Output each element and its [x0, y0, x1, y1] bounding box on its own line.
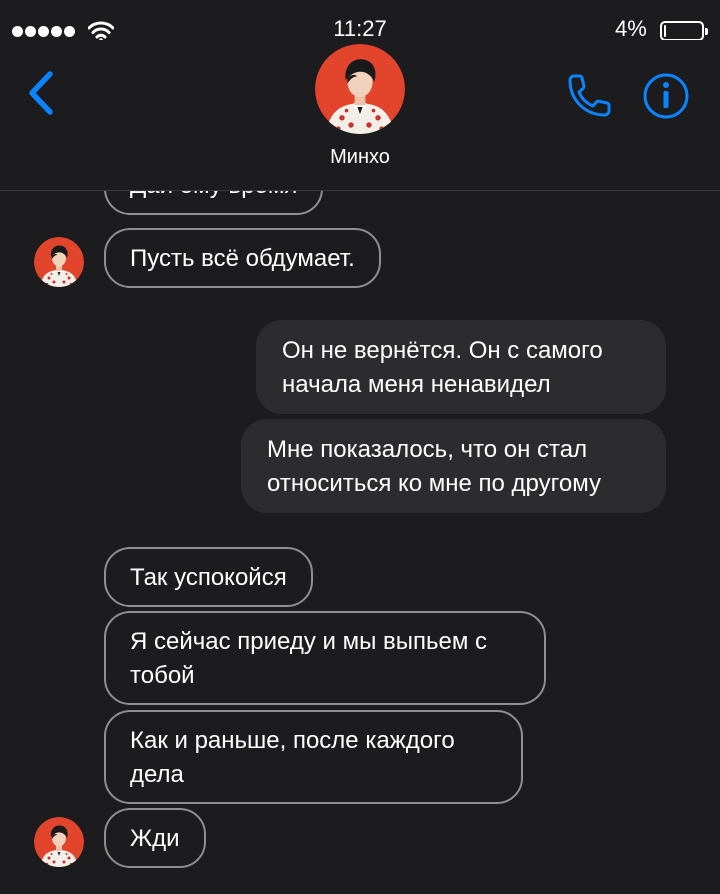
message-bubble-incoming[interactable]: Пусть всё обдумает.: [104, 228, 381, 288]
contact-avatar[interactable]: [315, 44, 405, 134]
sender-avatar: [34, 817, 84, 867]
message-bubble-incoming[interactable]: Как и раньше, после каждого дела: [104, 710, 523, 804]
cellular-signal-icon: [12, 26, 75, 37]
message-bubble-outgoing[interactable]: Мне показалось, что он стал относиться к…: [241, 419, 666, 513]
message-list[interactable]: Дай ему время Пусть всё обдумает. Он не …: [0, 191, 720, 894]
message-bubble-incoming[interactable]: Я сейчас приеду и мы выпьем с тобой: [104, 611, 546, 705]
wifi-icon: [88, 21, 114, 42]
conversation-header: Минхо: [0, 40, 720, 191]
chevron-left-icon[interactable]: [20, 68, 64, 118]
battery-icon: [660, 21, 708, 41]
phone-icon[interactable]: [562, 70, 614, 122]
message-bubble-outgoing[interactable]: Он не вернётся. Он с самого начала меня …: [256, 320, 666, 414]
contact-name[interactable]: Минхо: [260, 146, 460, 169]
info-icon[interactable]: [640, 70, 692, 122]
sender-avatar: [34, 237, 84, 287]
battery-percent: 4%: [615, 16, 647, 41]
chat-screen: 11:27 4% Минхо Дай ему время Пусть: [0, 0, 720, 894]
message-bubble-incoming[interactable]: Дай ему время: [104, 191, 324, 215]
message-bubble-incoming[interactable]: Так успокойся: [104, 547, 313, 607]
message-bubble-incoming[interactable]: Жди: [104, 808, 206, 868]
battery-level: [664, 25, 666, 37]
status-time: 11:27: [333, 16, 387, 41]
